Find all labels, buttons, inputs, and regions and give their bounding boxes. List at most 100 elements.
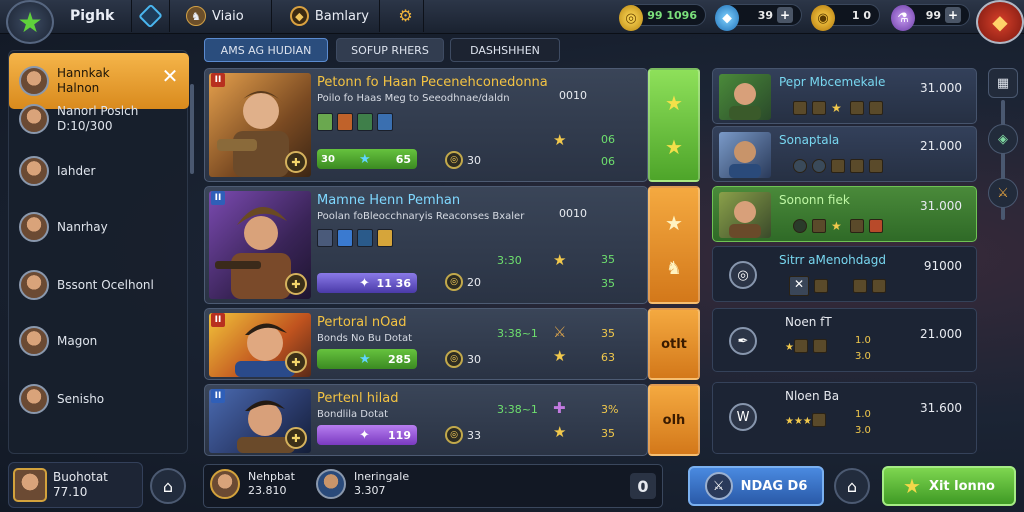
battle-button[interactable]: ⚔ NDAG D6 bbox=[688, 466, 824, 506]
skill-icon bbox=[337, 112, 353, 131]
squad-slot-2[interactable]: Ineringale 3.307 bbox=[316, 469, 409, 499]
sidebar-item-1[interactable]: Nanorl Poslch D:10/300 bbox=[9, 91, 189, 147]
tab-diamond[interactable] bbox=[132, 0, 170, 32]
close-icon[interactable]: ✕ bbox=[159, 65, 181, 87]
upgrade-label: olh bbox=[662, 412, 686, 428]
player-profile[interactable]: Buohotat 77.10 bbox=[8, 462, 143, 508]
right-list-item[interactable]: Pepr Mbcemekale 31.000 ★ bbox=[712, 68, 977, 124]
tab-hero[interactable]: ♞ Viaio bbox=[176, 0, 272, 32]
item-icon bbox=[793, 158, 807, 173]
hero-name: Pertoral nOad bbox=[317, 315, 407, 330]
coin-value: 30 bbox=[467, 353, 481, 366]
star-icon: ✦ bbox=[359, 427, 370, 443]
sort-button[interactable]: ⚔ bbox=[988, 178, 1018, 208]
avatar bbox=[19, 326, 49, 356]
tab-guild[interactable]: ◆ Bamlary bbox=[280, 0, 380, 32]
token-icon: ◉ bbox=[811, 5, 835, 31]
right-item-value: 31.000 bbox=[920, 199, 962, 213]
item-icon bbox=[793, 338, 808, 353]
close-menu-button[interactable]: ◆ bbox=[976, 0, 1024, 44]
right-item-name: Noen fT bbox=[785, 315, 832, 329]
skill-icons bbox=[317, 227, 397, 247]
star-icon: ★ bbox=[665, 211, 683, 235]
item-ring-icon: W bbox=[729, 403, 757, 431]
item-icon bbox=[812, 338, 827, 353]
squad-panel: Nehpbat 23.810 Ineringale 3.307 0 bbox=[203, 464, 663, 508]
hero-row[interactable]: II ✚ Petonn fo Haan Pecenehconedonna Poi… bbox=[204, 68, 648, 182]
stat-value: 3% bbox=[601, 403, 619, 416]
potion-icon: ✚ bbox=[553, 399, 566, 417]
star-icon: ★ bbox=[553, 347, 567, 365]
item-icons bbox=[793, 155, 888, 174]
grid-view-button[interactable]: ▦ bbox=[988, 68, 1018, 98]
star-icon: ★ bbox=[903, 474, 921, 498]
slot-name: Ineringale bbox=[354, 470, 410, 483]
right-item-value: 31.600 bbox=[920, 401, 962, 415]
plus-button[interactable]: ✚ bbox=[285, 151, 307, 173]
skill-icons bbox=[317, 111, 397, 131]
hero-subtitle: Poilo fo Haas Meg to Seeodhnae/daldn bbox=[317, 93, 510, 104]
tab-hero-label: Viaio bbox=[212, 8, 244, 24]
add-potion-button[interactable]: + bbox=[945, 7, 961, 23]
plus-button[interactable]: ✚ bbox=[285, 427, 307, 449]
right-list-item[interactable]: W Nloen Ba 31.600 ★★★ 1.0 3.0 bbox=[712, 382, 977, 454]
right-list-item[interactable]: ✒ Noen fT 21.000 ★ 1.0 3.0 bbox=[712, 308, 977, 372]
squad-slot-1[interactable]: Nehpbat 23.810 bbox=[210, 469, 295, 499]
add-gem-button[interactable]: + bbox=[777, 7, 793, 23]
item-icon bbox=[853, 278, 867, 293]
timer-value: 3:30 bbox=[497, 254, 522, 267]
upgrade-button[interactable]: ★ ♞ bbox=[648, 186, 700, 304]
skill-icon bbox=[317, 228, 333, 247]
sidebar-item-5[interactable]: Magon bbox=[9, 313, 189, 369]
sidebar-item-label: Magon bbox=[57, 334, 98, 348]
coin-value: 33 bbox=[467, 429, 481, 442]
right-item-name: Sitrr aMenohdagd bbox=[779, 253, 886, 267]
home-star-button[interactable]: ★ bbox=[6, 0, 54, 44]
star-icon: ★ bbox=[785, 342, 794, 353]
skill-icon bbox=[357, 112, 373, 131]
upgrade-button[interactable]: olh bbox=[648, 384, 700, 456]
sidebar-item-2[interactable]: Iahder bbox=[9, 143, 189, 199]
home-button-2[interactable]: ⌂ bbox=[834, 468, 870, 504]
confirm-button[interactable]: ★ Xit lonno bbox=[882, 466, 1016, 506]
upgrade-button[interactable]: ★ ★ bbox=[648, 68, 700, 182]
right-list-item[interactable]: ◎ Sitrr aMenohdagd 91000 ✕ bbox=[712, 246, 977, 302]
right-list-item[interactable]: Sonaptala 21.000 bbox=[712, 126, 977, 182]
shield-icon: ◈ bbox=[998, 131, 1008, 147]
home-button[interactable]: ⌂ bbox=[150, 468, 186, 504]
star-icon: ★ bbox=[665, 135, 683, 160]
hero-row[interactable]: II ✚ Pertoral nOad Bonds No Bu Dotat ★ 2… bbox=[204, 308, 648, 380]
gem-value: 39 bbox=[757, 8, 773, 22]
tab-settings[interactable]: ⚙ bbox=[388, 0, 424, 32]
plus-button[interactable]: ✚ bbox=[285, 351, 307, 373]
gold-counter: ◎ 99 1096 bbox=[619, 4, 706, 31]
plus-button[interactable]: ✚ bbox=[285, 273, 307, 295]
right-item-value: 21.000 bbox=[920, 139, 962, 153]
sidebar-item-3[interactable]: Nanrhay bbox=[9, 199, 189, 255]
skill-icon bbox=[357, 228, 373, 247]
sidebar-item-6[interactable]: Senisho bbox=[9, 371, 189, 427]
sidebar-item-sub: D:10/300 bbox=[57, 119, 113, 133]
filter-tab-0[interactable]: AMS AG HUDIAN bbox=[204, 38, 328, 62]
game-title-text: Pighk bbox=[70, 8, 115, 24]
gem-icon: ⬥ bbox=[715, 5, 739, 31]
tab-guild-label: Bamlary bbox=[314, 8, 369, 24]
profile-name: Buohotat bbox=[53, 470, 108, 484]
sidebar-item-4[interactable]: Bssont Ocelhonl bbox=[9, 257, 189, 313]
filter-button[interactable]: ◈ bbox=[988, 124, 1018, 154]
squad-counter: 0 bbox=[630, 473, 656, 499]
sidebar-item-label: Bssont Ocelhonl bbox=[57, 278, 154, 292]
right-list-item-selected[interactable]: Sononn fiek 31.000 ★ bbox=[712, 186, 977, 242]
hero-row[interactable]: II ✚ Mamne Henn Pemhan Poolan foBleocchn… bbox=[204, 186, 648, 304]
upgrade-button[interactable]: otlt bbox=[648, 308, 700, 380]
filter-tab-2[interactable]: DASHSHHEN bbox=[450, 38, 560, 62]
gold-coin-icon: ◎ bbox=[619, 5, 643, 31]
grid-icon: ▦ bbox=[996, 75, 1010, 91]
hero-row[interactable]: II ✚ Pertenl hilad Bondlila Dotat ✦ 119 … bbox=[204, 384, 648, 456]
avatar bbox=[316, 469, 346, 499]
sidebar-scrollbar[interactable] bbox=[190, 84, 194, 174]
filter-tab-1[interactable]: SOFUP RHERS bbox=[336, 38, 444, 62]
sidebar-item-label: Nanrhay bbox=[57, 220, 108, 234]
stat-value-2: 63 bbox=[601, 351, 615, 364]
slot-value: 23.810 bbox=[248, 484, 287, 497]
